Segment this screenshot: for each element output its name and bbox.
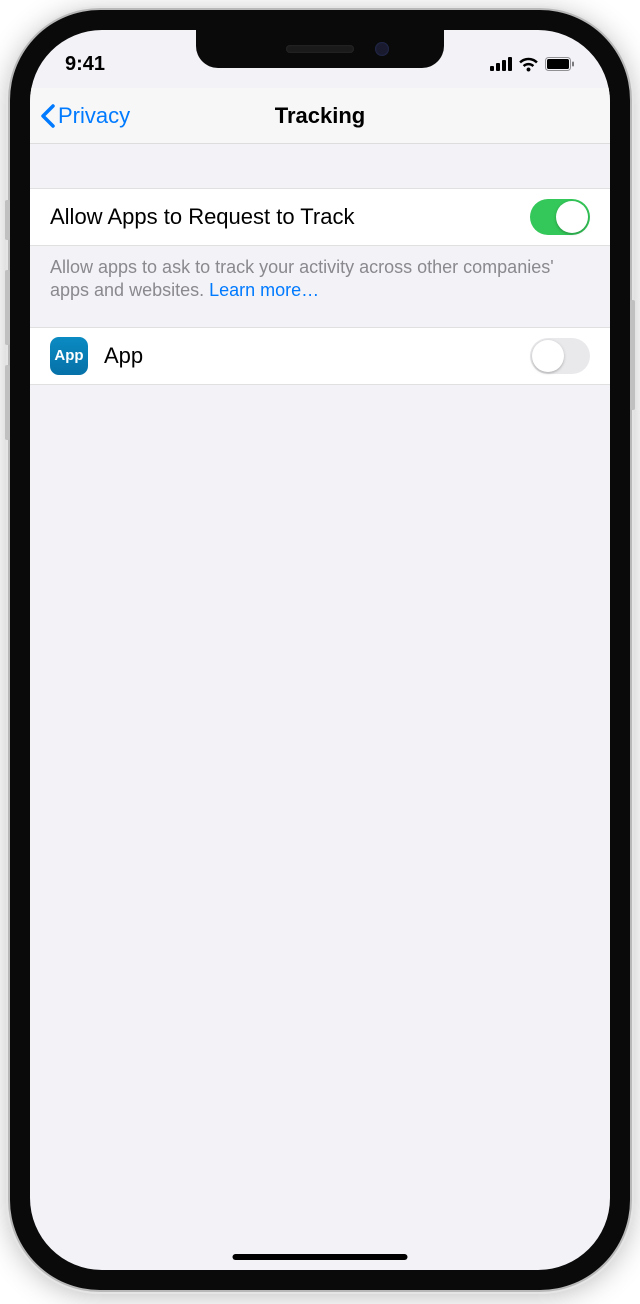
speaker-grille bbox=[286, 45, 354, 53]
status-indicators bbox=[490, 57, 575, 72]
volume-up-button bbox=[5, 270, 10, 345]
screen: 9:41 bbox=[30, 30, 610, 1270]
nav-bar: Privacy Tracking bbox=[30, 88, 610, 144]
app-icon: App bbox=[50, 337, 88, 375]
app-name-label: App bbox=[104, 343, 530, 369]
allow-tracking-label: Allow Apps to Request to Track bbox=[50, 204, 530, 230]
silent-switch bbox=[5, 200, 10, 240]
home-indicator[interactable] bbox=[233, 1254, 408, 1260]
app-tracking-switch[interactable] bbox=[530, 338, 590, 374]
notch bbox=[196, 30, 444, 68]
cellular-icon bbox=[490, 57, 512, 71]
back-button[interactable]: Privacy bbox=[40, 103, 130, 129]
allow-tracking-footer: Allow apps to ask to track your activity… bbox=[30, 246, 610, 327]
app-tracking-cell: App App bbox=[30, 327, 610, 385]
volume-down-button bbox=[5, 365, 10, 440]
chevron-left-icon bbox=[40, 104, 56, 128]
allow-tracking-switch[interactable] bbox=[530, 199, 590, 235]
status-time: 9:41 bbox=[65, 53, 105, 76]
learn-more-link[interactable]: Learn more… bbox=[209, 280, 319, 300]
content-area: Allow Apps to Request to Track Allow app… bbox=[30, 144, 610, 385]
allow-tracking-cell: Allow Apps to Request to Track bbox=[30, 188, 610, 246]
front-camera bbox=[375, 42, 389, 56]
back-label: Privacy bbox=[58, 103, 130, 129]
wifi-icon bbox=[518, 57, 539, 72]
device-frame: 9:41 bbox=[10, 10, 630, 1290]
power-button bbox=[630, 300, 635, 410]
battery-icon bbox=[545, 57, 575, 71]
